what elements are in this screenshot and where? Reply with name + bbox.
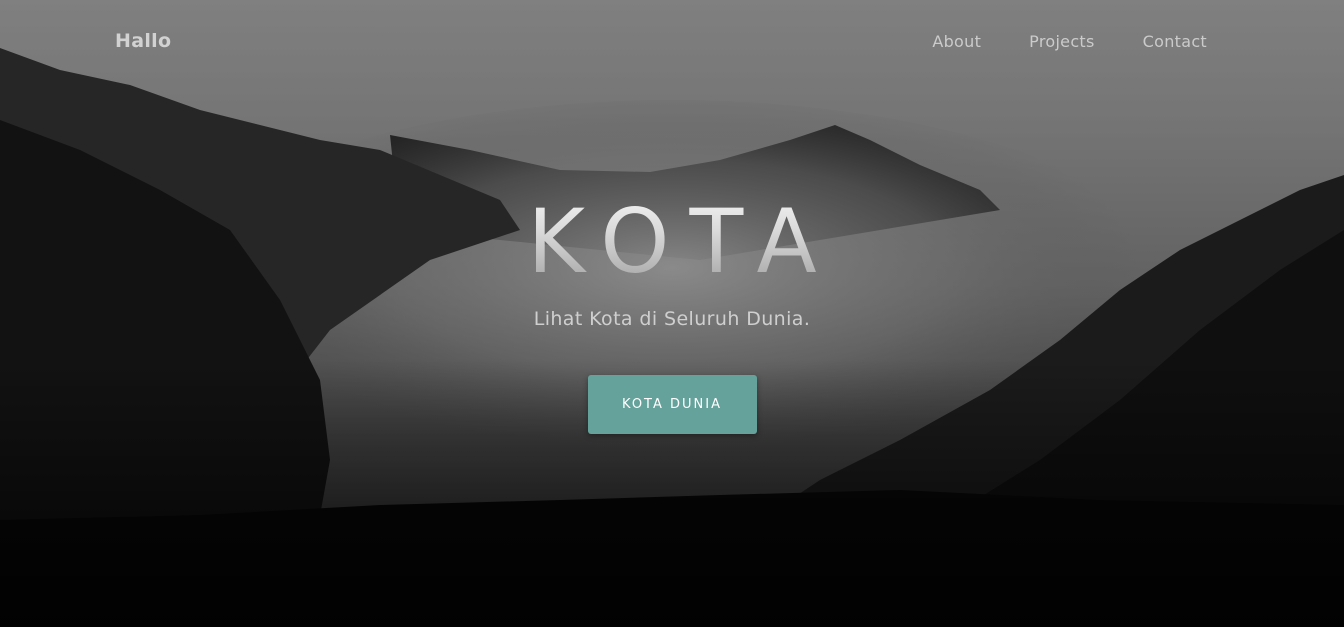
- navbar: Hallo About Projects Contact: [0, 0, 1344, 86]
- kota-dunia-button[interactable]: KOTA DUNIA: [587, 375, 757, 434]
- hero-section: Hallo About Projects Contact KOTA Lihat …: [0, 0, 1344, 627]
- hero-subtitle: Lihat Kota di Seluruh Dunia.: [533, 308, 811, 330]
- nav-links: About Projects Contact: [932, 32, 1207, 51]
- hero-content: KOTA Lihat Kota di Seluruh Dunia. KOTA D…: [0, 190, 1344, 434]
- nav-link-about[interactable]: About: [932, 32, 981, 51]
- brand-logo-link[interactable]: Hallo: [115, 30, 171, 52]
- hero-title: KOTA: [0, 190, 1344, 294]
- nav-link-contact[interactable]: Contact: [1143, 32, 1207, 51]
- nav-link-projects[interactable]: Projects: [1029, 32, 1094, 51]
